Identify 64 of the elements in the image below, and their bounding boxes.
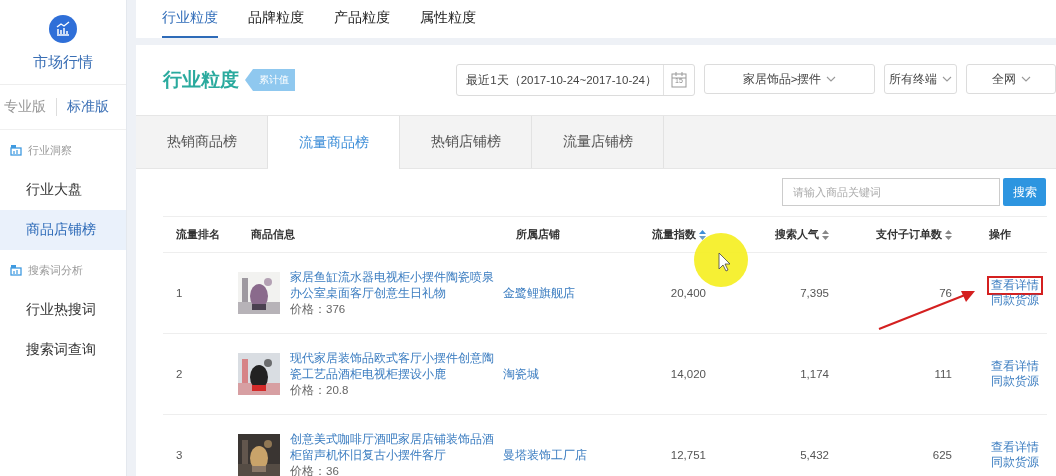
action-link[interactable]: 查看详情	[989, 278, 1041, 293]
sidebar-item[interactable]: 搜索词查询	[0, 330, 126, 370]
column-header: 支付子订单数	[876, 227, 942, 242]
sidebar-item[interactable]: 行业大盘	[0, 170, 126, 210]
column-header: 操作	[988, 227, 1011, 242]
rank-cell-text: 3	[175, 449, 184, 461]
section-heading: 行业洞察	[28, 142, 72, 158]
action-link[interactable]: 查看详情	[989, 359, 1041, 374]
shop-link[interactable]: 曼塔装饰工厂店	[503, 448, 587, 461]
column-header: 搜索人气	[775, 227, 819, 242]
ranking-tab[interactable]: 流量店铺榜	[532, 116, 664, 168]
caret-icon	[942, 76, 952, 82]
shop-link[interactable]: 金鹭鲤旗舰店	[503, 286, 575, 299]
rank-cell-text: 2	[175, 368, 184, 380]
table-cell: 76	[939, 287, 952, 299]
product-link[interactable]: 创意美式咖啡厅酒吧家居店铺装饰品酒柜留声机怀旧复古小摆件客厅	[290, 431, 495, 463]
table-cell: 20,400	[670, 287, 706, 299]
rank-cell-text: 1	[175, 287, 184, 299]
table-cell: 12,751	[670, 449, 706, 461]
nav-tab[interactable]: 产品粒度	[334, 0, 390, 38]
table-cell: 111	[934, 368, 952, 380]
product-link[interactable]: 现代家居装饰品欧式客厅小摆件创意陶瓷工艺品酒柜电视柜摆设小鹿	[290, 350, 495, 382]
action-link[interactable]: 查看详情	[989, 440, 1041, 455]
chart-folder-icon	[10, 264, 22, 276]
action-link[interactable]: 同款货源	[989, 455, 1041, 470]
price-text: 价格：376	[290, 302, 347, 317]
column-header: 商品信息	[251, 228, 295, 240]
column-header: 所属店铺	[516, 228, 560, 240]
product-link[interactable]: 家居鱼缸流水器电视柜小摆件陶瓷喷泉办公室桌面客厅创意生日礼物	[290, 269, 495, 301]
nav-tab[interactable]: 行业粒度	[162, 0, 218, 38]
table-cell: 5,432	[800, 449, 829, 461]
page-title: 行业粒度	[163, 68, 239, 92]
calendar-icon	[671, 72, 687, 88]
action-link[interactable]: 同款货源	[989, 293, 1041, 308]
ranking-tab[interactable]: 热销店铺榜	[400, 116, 532, 168]
section-heading: 搜索词分析	[28, 262, 83, 278]
version-tab[interactable]: 专业版	[0, 98, 46, 116]
nav-tab[interactable]: 属性粒度	[420, 0, 476, 38]
search-button[interactable]: 搜索	[1003, 178, 1046, 206]
search-field[interactable]: 请输入商品关键词	[782, 178, 1000, 206]
table-cell: 625	[932, 449, 952, 461]
chart-folder-icon	[10, 144, 22, 156]
nav-tab[interactable]: 品牌粒度	[248, 0, 304, 38]
table-cell: 14,020	[670, 368, 706, 380]
filter-dropdown[interactable]: 全网	[966, 64, 1056, 94]
caret-icon	[1020, 76, 1031, 82]
table-cell: 7,395	[800, 287, 829, 299]
sidebar-item[interactable]: 商品店铺榜	[0, 210, 126, 250]
column-header: 流量指数	[652, 227, 696, 242]
shop-link[interactable]: 淘瓷城	[503, 367, 539, 380]
action-link[interactable]: 同款货源	[989, 374, 1041, 389]
logo-chart-icon	[49, 15, 77, 43]
filter-dropdown[interactable]: 所有终端	[884, 64, 957, 94]
price-text: 价格：36	[290, 464, 340, 476]
caret-icon	[826, 76, 837, 82]
cumulative-tag: 累计值	[245, 69, 295, 91]
table-cell: 1,174	[800, 368, 829, 380]
filter-dropdown[interactable]: 家居饰品>摆件	[704, 64, 875, 94]
app-title: 市场行情	[33, 53, 93, 72]
ranking-tab[interactable]: 流量商品榜	[268, 116, 400, 169]
price-text: 价格：20.8	[290, 383, 350, 398]
column-header: 流量排名	[176, 228, 220, 240]
version-tab[interactable]: 标准版	[67, 98, 109, 116]
sidebar-item[interactable]: 行业热搜词	[0, 290, 126, 330]
